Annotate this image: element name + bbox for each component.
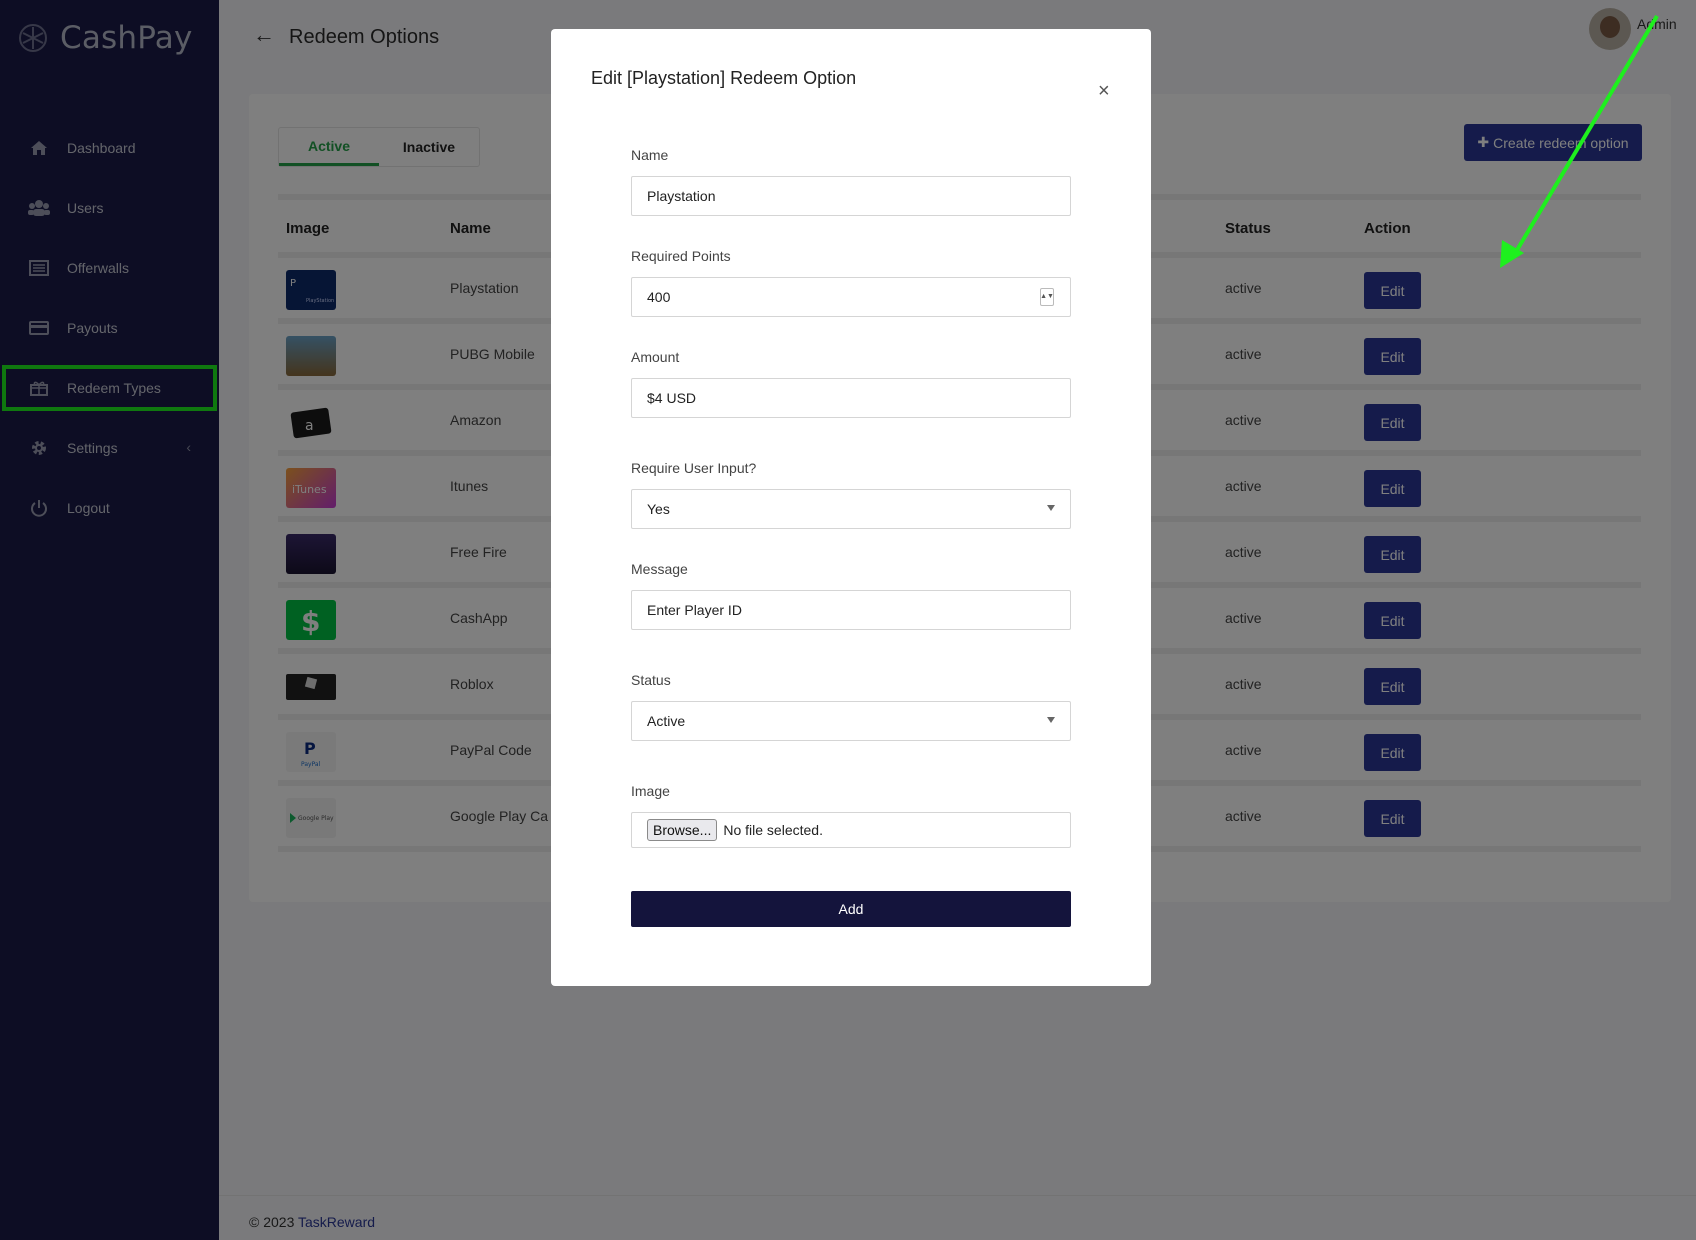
points-value: 400	[647, 289, 671, 305]
caret-down-icon	[1047, 505, 1055, 511]
amount-input[interactable]: $4 USD	[631, 378, 1071, 418]
message-label: Message	[631, 561, 688, 577]
points-input[interactable]: 400 ▲▼	[631, 277, 1071, 317]
image-label: Image	[631, 783, 670, 799]
file-status: No file selected.	[723, 822, 823, 838]
points-label: Required Points	[631, 248, 731, 264]
amount-label: Amount	[631, 349, 680, 365]
browse-button[interactable]: Browse...	[647, 819, 718, 841]
require-input-field: Require User Input? Yes	[631, 460, 1071, 529]
status-select[interactable]: Active	[631, 701, 1071, 741]
name-label: Name	[631, 147, 669, 163]
amount-field: Amount $4 USD	[631, 349, 1071, 418]
image-file-input: Browse... No file selected.	[631, 812, 1071, 848]
require-input-select[interactable]: Yes	[631, 489, 1071, 529]
name-field: Name Playstation	[631, 147, 1071, 216]
modal-title: Edit [Playstation] Redeem Option	[591, 68, 857, 88]
status-value: Active	[647, 713, 686, 729]
number-spinner-icon[interactable]: ▲▼	[1040, 288, 1054, 306]
caret-down-icon	[1047, 717, 1055, 723]
status-field: Status Active	[631, 672, 1071, 741]
message-input[interactable]: Enter Player ID	[631, 590, 1071, 630]
edit-redeem-option-modal: Edit [Playstation] Redeem Option × Name …	[551, 29, 1151, 986]
image-field: Image Browse... No file selected.	[631, 783, 1071, 848]
add-button[interactable]: Add	[631, 891, 1071, 927]
name-input[interactable]: Playstation	[631, 176, 1071, 216]
message-field: Message Enter Player ID	[631, 561, 1071, 630]
points-field: Required Points 400 ▲▼	[631, 248, 1071, 317]
require-input-value: Yes	[647, 501, 670, 517]
status-label: Status	[631, 672, 671, 688]
require-input-label: Require User Input?	[631, 460, 757, 476]
close-icon[interactable]: ×	[1098, 81, 1110, 101]
